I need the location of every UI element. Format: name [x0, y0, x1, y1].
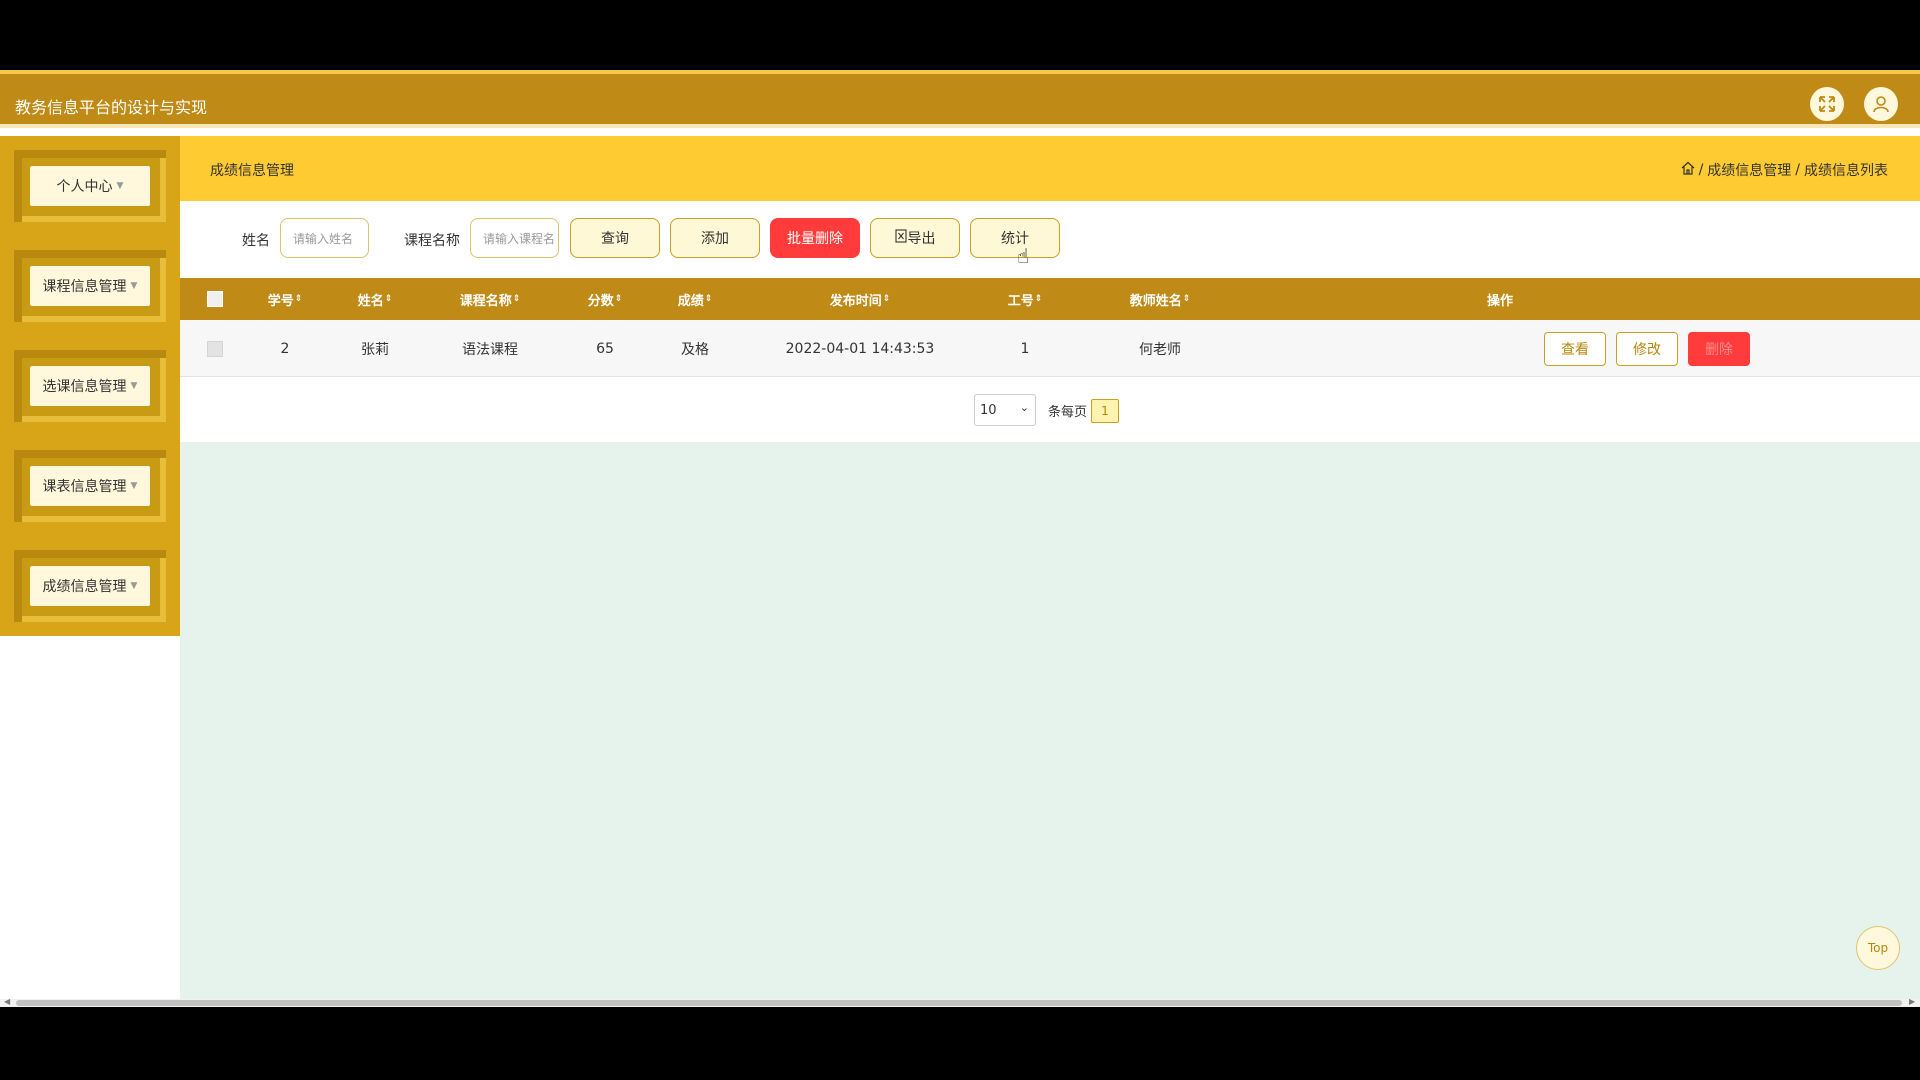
caret-down-icon: ▼ [116, 181, 124, 191]
breadcrumb-link-grades[interactable]: 成绩信息管理 [1707, 160, 1791, 180]
page-size-select[interactable]: 10 ⌄ [974, 394, 1036, 426]
course-label: 课程名称 [404, 233, 460, 249]
caret-down-icon: ▼ [130, 581, 138, 591]
col-teacher-id[interactable]: 工号 ⇕ [990, 278, 1060, 320]
chevron-down-icon: ⌄ [1019, 401, 1029, 414]
top-header: 教务信息平台的设计与实现 [0, 70, 1920, 128]
breadcrumb-current: 成绩信息列表 [1804, 163, 1888, 179]
sort-icon: ⇕ [704, 294, 713, 304]
page-title: 成绩信息管理 [210, 163, 294, 179]
sidebar-button[interactable]: 选课信息管理 ▼ [30, 366, 150, 406]
sidebar-item-course-info[interactable]: 课程信息管理 ▼ [0, 236, 180, 336]
app-window: 教务信息平台的设计与实现 个人中心 ▼ 课程信息管理 ▼ 选课信息管理 ▼ 课表信息管… [0, 70, 1920, 1007]
excel-icon [894, 229, 908, 247]
sort-icon: ⇕ [1034, 294, 1043, 304]
table-row: 2 张莉 语法课程 65 及格 2022-04-01 14:43:53 1 何老… [180, 320, 1920, 377]
cell-grade: 及格 [681, 341, 709, 358]
delete-button[interactable]: 删除 [1688, 332, 1750, 366]
search-bar: 姓名 请输入姓名 课程名称 请输入课程名 查询 添加 批量删除 导出 统计 [180, 201, 1920, 278]
course-search-input[interactable]: 请输入课程名 [470, 218, 559, 258]
col-publish-time[interactable]: 发布时间 ⇕ [750, 278, 970, 320]
name-label: 姓名 [242, 233, 270, 249]
home-icon[interactable] [1681, 161, 1695, 179]
add-button[interactable]: 添加 [670, 218, 760, 258]
main-content: 成绩信息管理 / 成绩信息管理 / 成绩信息列表 姓名 请输入姓名 课程名称 请… [180, 136, 1920, 999]
query-button[interactable]: 查询 [570, 218, 660, 258]
col-teacher-name[interactable]: 教师姓名 ⇕ [1080, 278, 1240, 320]
sidebar-item-enrollment[interactable]: 选课信息管理 ▼ [0, 336, 180, 436]
sort-icon: ⇕ [384, 294, 393, 304]
sidebar-button[interactable]: 成绩信息管理 ▼ [30, 566, 150, 606]
col-student-id[interactable]: 学号 ⇕ [250, 278, 320, 320]
scroll-left-icon[interactable]: ◀ [4, 997, 10, 1006]
batch-delete-button[interactable]: 批量删除 [770, 218, 860, 258]
cell-publish-time: 2022-04-01 14:43:53 [785, 340, 935, 357]
sidebar-item-timetable[interactable]: 课表信息管理 ▼ [0, 436, 180, 536]
sidebar: 个人中心 ▼ 课程信息管理 ▼ 选课信息管理 ▼ 课表信息管理 ▼ 成绩信息管理 ▼ [0, 136, 180, 999]
sort-icon: ⇕ [614, 294, 623, 304]
caret-down-icon: ▼ [130, 281, 138, 291]
sort-icon: ⇕ [1182, 294, 1191, 304]
breadcrumb: / 成绩信息管理 / 成绩信息列表 [1681, 160, 1888, 180]
grades-table: 学号 ⇕ 姓名 ⇕ 课程名称 ⇕ 分数 ⇕ 成绩 ⇕ 发布时间 ⇕ 工号 ⇕ 教师姓名 ⇕ 操作… [180, 278, 1920, 377]
cell-teacher-name: 何老师 [1139, 341, 1181, 358]
scrollbar-thumb[interactable] [16, 1000, 1902, 1006]
sort-icon: ⇕ [294, 294, 303, 304]
cell-student-id: 2 [280, 340, 290, 357]
col-course-name[interactable]: 课程名称 ⇕ [430, 278, 550, 320]
col-score[interactable]: 分数 ⇕ [570, 278, 640, 320]
col-grade[interactable]: 成绩 ⇕ [660, 278, 730, 320]
sidebar-button[interactable]: 个人中心 ▼ [30, 166, 150, 206]
user-avatar-icon[interactable] [1864, 87, 1898, 121]
sidebar-item-grades[interactable]: 成绩信息管理 ▼ [0, 536, 180, 636]
page-size-label: 条每页 [1048, 405, 1088, 420]
app-title: 教务信息平台的设计与实现 [15, 98, 208, 117]
caret-down-icon: ▼ [130, 381, 138, 391]
caret-down-icon: ▼ [130, 481, 138, 491]
row-checkbox[interactable] [200, 320, 230, 377]
sort-icon: ⇕ [512, 294, 521, 304]
breadcrumb-bar: 成绩信息管理 / 成绩信息管理 / 成绩信息列表 [180, 136, 1920, 201]
export-button[interactable]: 导出 [870, 218, 960, 258]
page-number-button[interactable]: 1 [1091, 399, 1119, 423]
sort-icon: ⇕ [882, 294, 891, 304]
col-actions: 操作 [1486, 293, 1513, 309]
back-to-top-button[interactable]: Top [1856, 926, 1900, 970]
select-all-checkbox[interactable] [200, 278, 230, 320]
horizontal-scrollbar[interactable]: ◀ ▶ [0, 997, 1920, 1007]
fullscreen-icon[interactable] [1810, 87, 1844, 121]
cell-name: 张莉 [361, 341, 389, 358]
cell-teacher-id: 1 [1020, 340, 1030, 357]
mouse-pointer-icon: ☝ [1017, 244, 1030, 268]
sidebar-item-profile[interactable]: 个人中心 ▼ [0, 136, 180, 236]
pagination: 10 ⌄ 条每页 1 [180, 377, 1920, 442]
table-header: 学号 ⇕ 姓名 ⇕ 课程名称 ⇕ 分数 ⇕ 成绩 ⇕ 发布时间 ⇕ 工号 ⇕ 教师姓名 ⇕ 操作 [180, 278, 1920, 320]
sidebar-button[interactable]: 课表信息管理 ▼ [30, 466, 150, 506]
name-search-input[interactable]: 请输入姓名 [280, 218, 369, 258]
stats-button[interactable]: 统计 [970, 218, 1060, 258]
scroll-right-icon[interactable]: ▶ [1909, 997, 1915, 1006]
col-name[interactable]: 姓名 ⇕ [340, 278, 410, 320]
view-button[interactable]: 查看 [1544, 332, 1606, 366]
edit-button[interactable]: 修改 [1616, 332, 1678, 366]
sidebar-button[interactable]: 课程信息管理 ▼ [30, 266, 150, 306]
cell-course: 语法课程 [462, 341, 518, 358]
cell-score: 65 [596, 340, 614, 357]
